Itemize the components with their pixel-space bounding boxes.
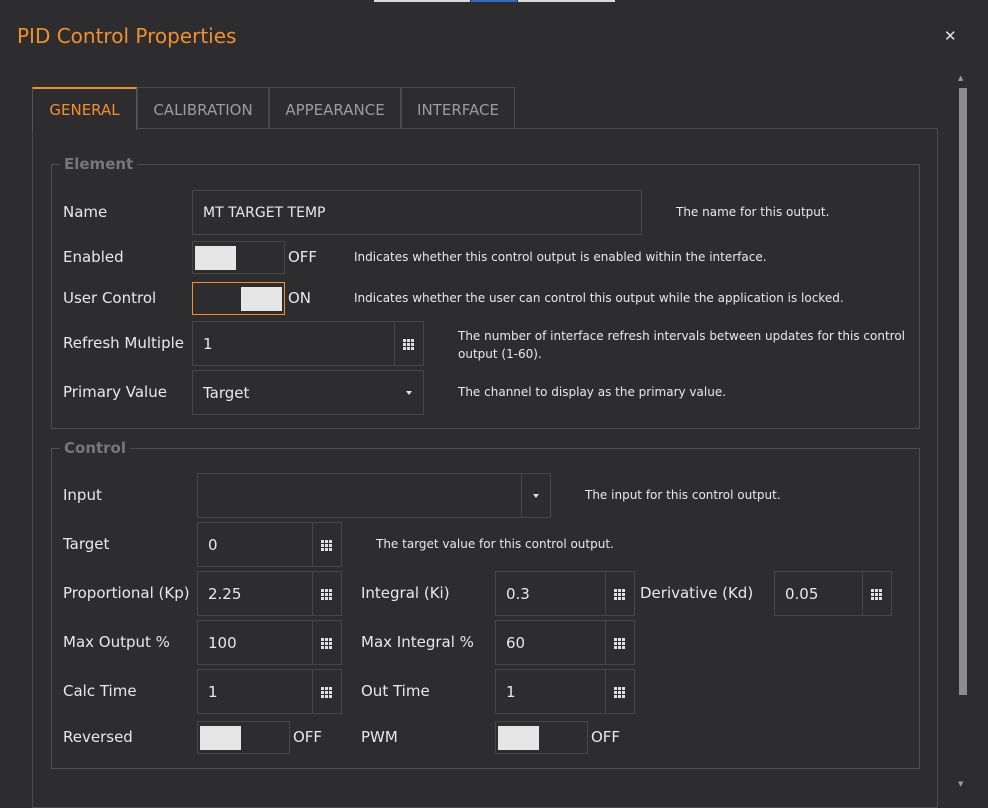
input-label: Input <box>63 486 102 504</box>
caret-down-icon <box>406 390 412 395</box>
user-control-desc: Indicates whether the user can control t… <box>354 291 844 305</box>
grid-icon <box>614 588 625 600</box>
primary-value-dropdown-button[interactable] <box>395 371 423 414</box>
kd-label: Derivative (Kd) <box>640 584 754 602</box>
top-strip-left <box>374 0 470 2</box>
primary-value-select[interactable]: Target <box>192 370 424 415</box>
enabled-toggle-knob <box>195 246 236 270</box>
ki-keypad-button[interactable] <box>605 572 634 615</box>
kp-keypad-button[interactable] <box>312 572 341 615</box>
grid-icon <box>321 637 332 649</box>
kd-keypad-button[interactable] <box>862 572 891 615</box>
target-desc: The target value for this control output… <box>376 537 614 551</box>
caret-down-icon <box>533 493 539 498</box>
calc-time-value: 1 <box>208 682 218 701</box>
refresh-multiple-input[interactable]: 1 <box>192 321 424 366</box>
element-group-legend: Element <box>60 155 138 173</box>
kp-label: Proportional (Kp) <box>63 584 190 602</box>
out-time-keypad-button[interactable] <box>605 670 634 713</box>
refresh-multiple-value: 1 <box>203 334 213 353</box>
input-dropdown-button[interactable] <box>521 474 550 517</box>
name-desc: The name for this output. <box>676 205 830 219</box>
pwm-toggle-knob <box>498 726 539 750</box>
calc-time-keypad-button[interactable] <box>312 670 341 713</box>
out-time-input[interactable]: 1 <box>495 669 635 714</box>
enabled-label: Enabled <box>63 248 124 266</box>
ki-input[interactable]: 0.3 <box>495 571 635 616</box>
reversed-label: Reversed <box>63 728 133 746</box>
max-output-value: 100 <box>208 633 237 652</box>
user-control-toggle-knob <box>241 287 282 311</box>
max-integral-value: 60 <box>506 633 526 652</box>
tab-appearance[interactable]: APPEARANCE <box>269 87 401 128</box>
control-group-legend: Control <box>60 439 131 457</box>
pwm-toggle[interactable] <box>495 721 588 754</box>
max-integral-input[interactable]: 60 <box>495 620 635 665</box>
pwm-state: OFF <box>591 728 621 746</box>
primary-value-label: Primary Value <box>63 383 167 401</box>
user-control-state: ON <box>288 289 312 307</box>
out-time-label: Out Time <box>361 682 430 700</box>
enabled-desc: Indicates whether this control output is… <box>354 250 767 264</box>
calc-time-input[interactable]: 1 <box>197 669 342 714</box>
target-value: 0 <box>208 535 218 554</box>
dialog-title: PID Control Properties <box>17 24 237 48</box>
refresh-multiple-label: Refresh Multiple <box>63 334 184 352</box>
enabled-toggle[interactable] <box>192 241 285 274</box>
scroll-up-icon[interactable]: ▲ <box>958 74 963 82</box>
target-label: Target <box>63 535 110 553</box>
max-integral-label: Max Integral % <box>361 633 474 651</box>
name-input[interactable]: MT TARGET TEMP <box>192 190 642 235</box>
ki-value: 0.3 <box>506 584 530 603</box>
reversed-state: OFF <box>293 728 323 746</box>
grid-icon <box>403 338 414 350</box>
ki-label: Integral (Ki) <box>361 584 450 602</box>
kd-value: 0.05 <box>785 584 819 603</box>
kd-input[interactable]: 0.05 <box>774 571 892 616</box>
name-label: Name <box>63 203 108 221</box>
top-strip-mid <box>471 0 517 2</box>
refresh-multiple-desc: The number of interface refresh interval… <box>458 329 905 361</box>
grid-icon <box>321 686 332 698</box>
top-strip-right <box>518 0 615 2</box>
input-desc: The input for this control output. <box>585 488 781 502</box>
grid-icon <box>871 588 882 600</box>
kp-value: 2.25 <box>208 584 242 603</box>
input-select[interactable] <box>197 473 551 518</box>
grid-icon <box>321 588 332 600</box>
kp-input[interactable]: 2.25 <box>197 571 342 616</box>
primary-value-value: Target <box>203 383 250 402</box>
max-integral-keypad-button[interactable] <box>605 621 634 664</box>
name-value: MT TARGET TEMP <box>203 204 326 221</box>
user-control-label: User Control <box>63 289 157 307</box>
grid-icon <box>614 637 625 649</box>
max-output-input[interactable]: 100 <box>197 620 342 665</box>
reversed-toggle[interactable] <box>197 721 290 754</box>
enabled-state: OFF <box>288 248 318 266</box>
scroll-down-icon[interactable]: ▼ <box>958 780 963 788</box>
grid-icon <box>614 686 625 698</box>
target-keypad-button[interactable] <box>312 523 341 566</box>
calc-time-label: Calc Time <box>63 682 137 700</box>
refresh-multiple-keypad-button[interactable] <box>394 322 423 365</box>
pwm-label: PWM <box>361 728 398 746</box>
max-output-keypad-button[interactable] <box>312 621 341 664</box>
vertical-scrollbar[interactable]: ▲ ▼ <box>955 72 969 788</box>
scroll-thumb[interactable] <box>959 88 967 695</box>
max-output-label: Max Output % <box>63 633 170 651</box>
primary-value-desc: The channel to display as the primary va… <box>458 385 727 399</box>
reversed-toggle-knob <box>200 726 241 750</box>
close-icon[interactable]: ✕ <box>944 27 957 45</box>
user-control-toggle[interactable] <box>192 282 285 315</box>
grid-icon <box>321 539 332 551</box>
target-input[interactable]: 0 <box>197 522 342 567</box>
out-time-value: 1 <box>506 682 516 701</box>
tab-calibration[interactable]: CALIBRATION <box>137 87 269 128</box>
tab-interface[interactable]: INTERFACE <box>401 87 515 128</box>
tab-general[interactable]: GENERAL <box>32 87 137 130</box>
